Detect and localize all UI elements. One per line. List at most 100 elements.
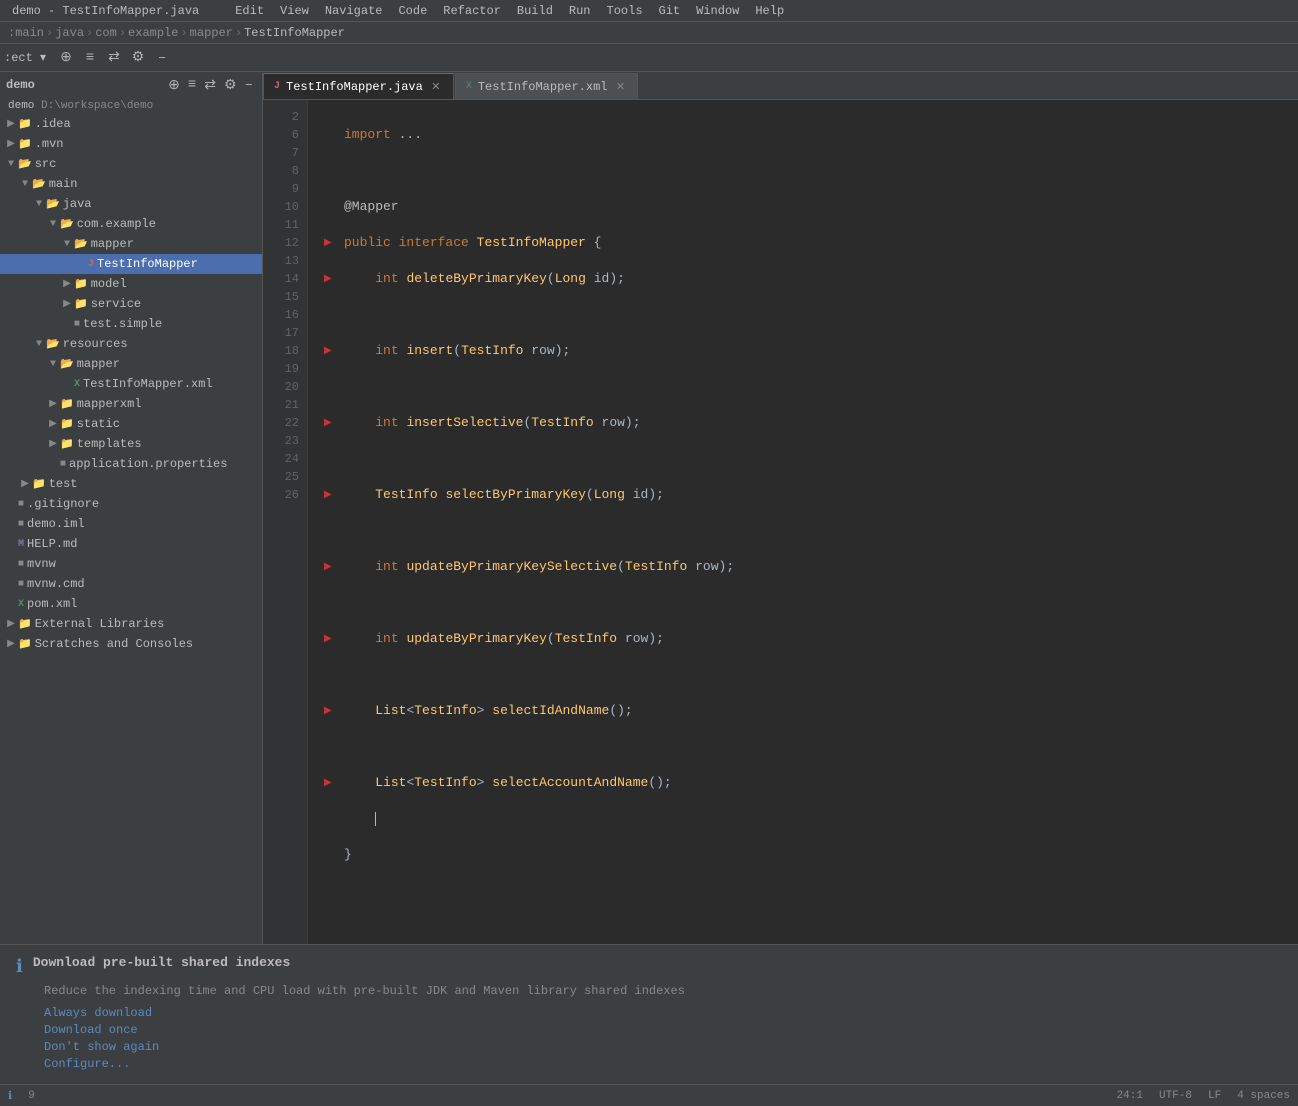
tree-item-test-simple[interactable]: ■ test.simple bbox=[0, 314, 262, 334]
bc-mapper[interactable]: mapper bbox=[190, 26, 233, 40]
always-download-link[interactable]: Always download bbox=[44, 1006, 1282, 1020]
bc-main[interactable]: :main bbox=[8, 26, 44, 40]
expand-icon-java[interactable]: ▼ bbox=[32, 199, 46, 210]
expand-icon-mapper[interactable]: ▼ bbox=[60, 239, 74, 250]
tree-item-scratches[interactable]: ▶ 📁 Scratches and Consoles bbox=[0, 634, 262, 654]
tree-item-mvn[interactable]: ▶ 📁 .mvn bbox=[0, 134, 262, 154]
tree-item-static[interactable]: ▶ 📁 static bbox=[0, 414, 262, 434]
tree-item-app-props[interactable]: ■ application.properties bbox=[0, 454, 262, 474]
tree-item-testinfomapper-xml[interactable]: X TestInfoMapper.xml bbox=[0, 374, 262, 394]
sidebar-collapse-icon[interactable]: – bbox=[242, 75, 256, 96]
menu-git[interactable]: Git bbox=[651, 0, 689, 21]
expand-icon-service[interactable]: ▶ bbox=[60, 298, 74, 310]
git-icon: ■ bbox=[18, 499, 24, 510]
toolbar-add-icon[interactable]: ⊕ bbox=[54, 46, 78, 70]
tree-item-main[interactable]: ▼ 📂 main bbox=[0, 174, 262, 194]
tab-label-java: TestInfoMapper.java bbox=[286, 80, 423, 94]
bc-example[interactable]: example bbox=[128, 26, 178, 40]
sidebar-gear-icon[interactable]: ⚙ bbox=[221, 75, 240, 96]
toolbar-swap-icon[interactable]: ⇄ bbox=[102, 46, 126, 70]
tree-label-main: main bbox=[49, 177, 78, 191]
expand-icon[interactable]: ▶ bbox=[4, 138, 18, 150]
bc-java[interactable]: java bbox=[55, 26, 84, 40]
menu-tools[interactable]: Tools bbox=[599, 0, 651, 21]
code-line-7: @Mapper bbox=[324, 198, 1298, 216]
expand-icon-mapperxml[interactable]: ▶ bbox=[46, 398, 60, 410]
tree-item-src[interactable]: ▼ 📂 src bbox=[0, 154, 262, 174]
tree-item-java[interactable]: ▼ 📂 java bbox=[0, 194, 262, 214]
expand-icon-ext[interactable]: ▶ bbox=[4, 618, 18, 630]
tree-item-testinfomapper-java[interactable]: J TestInfoMapper bbox=[0, 254, 262, 274]
expand-icon-src[interactable]: ▼ bbox=[4, 159, 18, 170]
bc-com[interactable]: com bbox=[95, 26, 117, 40]
expand-icon-mapper-res[interactable]: ▼ bbox=[46, 359, 60, 370]
project-select[interactable]: :ect ▾ bbox=[4, 50, 46, 65]
tree-item-mvnw-cmd[interactable]: ■ mvnw.cmd bbox=[0, 574, 262, 594]
tree-item-resources[interactable]: ▼ 📂 resources bbox=[0, 334, 262, 354]
expand-icon-test[interactable]: ▶ bbox=[18, 478, 32, 490]
menu-window[interactable]: Window bbox=[688, 0, 747, 21]
expand-icon-resources[interactable]: ▼ bbox=[32, 339, 46, 350]
expand-icon-main[interactable]: ▼ bbox=[18, 179, 32, 190]
tree-item-help-md[interactable]: M HELP.md bbox=[0, 534, 262, 554]
tree-item-demo-iml[interactable]: ■ demo.iml bbox=[0, 514, 262, 534]
expand-icon-com[interactable]: ▼ bbox=[46, 219, 60, 230]
sidebar-swap-icon[interactable]: ⇄ bbox=[201, 75, 219, 96]
menu-refactor[interactable]: Refactor bbox=[435, 0, 509, 21]
status-position[interactable]: 24:1 bbox=[1117, 1090, 1143, 1102]
expand-icon-model[interactable]: ▶ bbox=[60, 278, 74, 290]
menu-run[interactable]: Run bbox=[561, 0, 599, 21]
tree-item-templates[interactable]: ▶ 📁 templates bbox=[0, 434, 262, 454]
expand-icon[interactable]: ▶ bbox=[4, 118, 18, 130]
tab-testinfomapper-xml[interactable]: X TestInfoMapper.xml ✕ bbox=[455, 73, 639, 99]
menu-code[interactable]: Code bbox=[390, 0, 435, 21]
tree-item-model[interactable]: ▶ 📁 model bbox=[0, 274, 262, 294]
tab-testinfomapper-java[interactable]: J TestInfoMapper.java ✕ bbox=[263, 73, 454, 99]
expand-icon-static[interactable]: ▶ bbox=[46, 418, 60, 430]
expand-icon-scratches[interactable]: ▶ bbox=[4, 638, 18, 650]
code-line-26 bbox=[324, 882, 1298, 900]
status-encoding[interactable]: UTF-8 bbox=[1159, 1090, 1192, 1102]
toolbar-list-icon[interactable]: ≡ bbox=[78, 46, 102, 70]
file-tree: ▶ 📁 .idea ▶ 📁 .mvn ▼ 📂 src bbox=[0, 114, 262, 944]
code-line-22 bbox=[324, 738, 1298, 756]
configure-link[interactable]: Configure... bbox=[44, 1057, 1282, 1071]
toolbar-settings-icon[interactable]: ⚙ bbox=[126, 46, 150, 70]
download-once-link[interactable]: Download once bbox=[44, 1023, 1282, 1037]
menu-view[interactable]: View bbox=[272, 0, 317, 21]
xml-tab-icon: X bbox=[466, 81, 472, 92]
dont-show-again-link[interactable]: Don't show again bbox=[44, 1040, 1282, 1054]
tree-item-ext-libs[interactable]: ▶ 📁 External Libraries bbox=[0, 614, 262, 634]
status-line-sep[interactable]: LF bbox=[1208, 1090, 1221, 1102]
tree-item-service[interactable]: ▶ 📁 service bbox=[0, 294, 262, 314]
expand-icon bbox=[4, 579, 18, 590]
folder-icon: 📁 bbox=[18, 137, 32, 151]
tab-close-java[interactable]: ✕ bbox=[429, 80, 443, 94]
menu-build[interactable]: Build bbox=[509, 0, 561, 21]
code-line-17: ▶ int updateByPrimaryKeySelective(TestIn… bbox=[324, 558, 1298, 576]
bc-file[interactable]: TestInfoMapper bbox=[244, 26, 345, 40]
tree-item-gitignore[interactable]: ■ .gitignore bbox=[0, 494, 262, 514]
code-content[interactable]: import ... @Mapper ▶ public interface Te… bbox=[308, 100, 1298, 944]
status-indent[interactable]: 4 spaces bbox=[1237, 1090, 1290, 1102]
menu-edit[interactable]: Edit bbox=[227, 0, 272, 21]
test-folder-icon: 📁 bbox=[32, 477, 46, 491]
tree-item-mapper-res[interactable]: ▼ 📂 mapper bbox=[0, 354, 262, 374]
tree-item-com-example[interactable]: ▼ 📂 com.example bbox=[0, 214, 262, 234]
sidebar-list-icon[interactable]: ≡ bbox=[185, 75, 199, 96]
expand-icon-templates[interactable]: ▶ bbox=[46, 438, 60, 450]
tree-item-test[interactable]: ▶ 📁 test bbox=[0, 474, 262, 494]
tree-item-mapper-folder[interactable]: ▼ 📂 mapper bbox=[0, 234, 262, 254]
tree-item-idea[interactable]: ▶ 📁 .idea bbox=[0, 114, 262, 134]
window-title: demo - TestInfoMapper.java bbox=[4, 4, 207, 18]
tree-item-mapperxml[interactable]: ▶ 📁 mapperxml bbox=[0, 394, 262, 414]
sidebar-add-icon[interactable]: ⊕ bbox=[165, 75, 183, 96]
tree-item-pom-xml[interactable]: X pom.xml bbox=[0, 594, 262, 614]
menu-help[interactable]: Help bbox=[747, 0, 792, 21]
code-line-25: } bbox=[324, 846, 1298, 864]
menu-navigate[interactable]: Navigate bbox=[317, 0, 391, 21]
tab-close-xml[interactable]: ✕ bbox=[613, 80, 627, 94]
code-editor[interactable]: 2 6 7 8 9 10 11 12 13 14 15 16 17 18 19 … bbox=[263, 100, 1298, 944]
tree-item-mvnw[interactable]: ■ mvnw bbox=[0, 554, 262, 574]
toolbar-minimize-icon[interactable]: – bbox=[150, 46, 174, 70]
